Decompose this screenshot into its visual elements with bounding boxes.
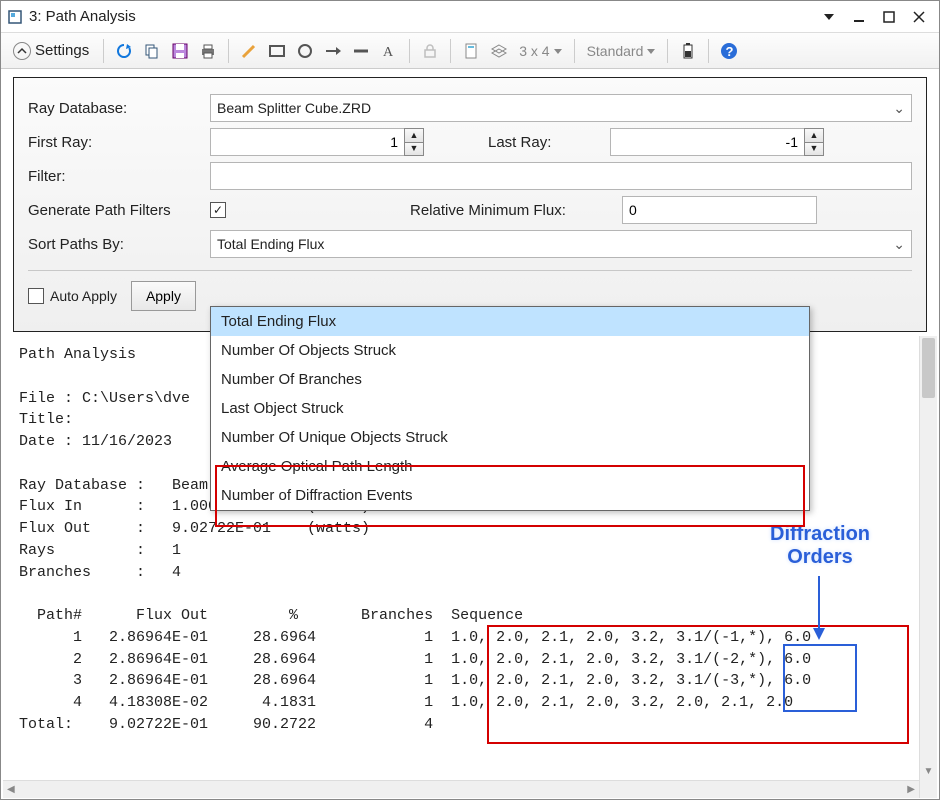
dropdown-option[interactable]: Number Of Unique Objects Struck (211, 423, 809, 452)
arrow-right-icon[interactable] (321, 39, 345, 63)
spinner-down-icon[interactable]: ▼ (805, 143, 823, 156)
check-icon: ✓ (213, 203, 223, 217)
dropdown-option[interactable]: Number of Diffraction Events (211, 481, 809, 510)
first-ray-input[interactable] (210, 128, 404, 156)
circle-icon[interactable] (293, 39, 317, 63)
apply-button[interactable]: Apply (131, 281, 196, 311)
grid-size-label: 3 x 4 (519, 43, 549, 59)
first-ray-label: First Ray: (28, 134, 198, 151)
chevron-down-icon: ⌄ (893, 100, 905, 117)
vertical-scrollbar[interactable]: ▼ (919, 336, 937, 798)
spinner-up-icon[interactable]: ▲ (405, 129, 423, 143)
filter-input[interactable] (210, 162, 912, 190)
title-bar: 3: Path Analysis (1, 1, 939, 33)
line-icon[interactable] (349, 39, 373, 63)
generate-filters-checkbox[interactable]: ✓ (210, 202, 226, 218)
dropdown-option[interactable]: Number Of Objects Struck (211, 336, 809, 365)
chevron-up-icon (13, 42, 31, 60)
layers-icon[interactable] (487, 39, 511, 63)
dropdown-option[interactable]: Number Of Branches (211, 365, 809, 394)
app-icon (7, 9, 23, 25)
scroll-right-icon[interactable]: ▶ (907, 784, 915, 795)
battery-icon[interactable] (676, 39, 700, 63)
sort-by-select[interactable]: Total Ending Flux ⌄ (210, 230, 912, 258)
collapse-button[interactable] (815, 3, 843, 31)
filter-label: Filter: (28, 168, 198, 185)
close-button[interactable] (905, 3, 933, 31)
grid-size-dropdown[interactable]: 3 x 4 (515, 43, 565, 59)
last-ray-label: Last Ray: (488, 134, 598, 151)
sort-by-dropdown-list: Total Ending Flux Number Of Objects Stru… (210, 306, 810, 511)
dropdown-option[interactable]: Average Optical Path Length (211, 452, 809, 481)
minimize-button[interactable] (845, 3, 873, 31)
text-icon[interactable]: A (377, 39, 401, 63)
style-dropdown[interactable]: Standard (583, 43, 660, 59)
chevron-down-icon: ⌄ (893, 236, 905, 253)
copy-icon[interactable] (140, 39, 164, 63)
refresh-icon[interactable] (112, 39, 136, 63)
spinner-down-icon[interactable]: ▼ (405, 143, 423, 156)
generate-filters-label: Generate Path Filters (28, 202, 198, 219)
relative-min-flux-label: Relative Minimum Flux: (410, 202, 610, 219)
ray-database-value: Beam Splitter Cube.ZRD (217, 100, 371, 116)
settings-panel: Ray Database: Beam Splitter Cube.ZRD ⌄ F… (13, 77, 927, 332)
dropdown-option[interactable]: Last Object Struck (211, 394, 809, 423)
toolbar: Settings A 3 x 4 Standard ? (1, 33, 939, 69)
scroll-left-icon[interactable]: ◀ (7, 784, 15, 795)
auto-apply-checkbox[interactable] (28, 288, 44, 304)
page-icon[interactable] (459, 39, 483, 63)
first-ray-spinner[interactable]: ▲▼ (210, 128, 424, 156)
relative-min-flux-input[interactable] (622, 196, 817, 224)
scrollbar-thumb[interactable] (922, 338, 935, 398)
style-label: Standard (587, 43, 644, 59)
help-icon[interactable]: ? (717, 39, 741, 63)
svg-text:?: ? (726, 44, 734, 59)
scroll-down-icon[interactable]: ▼ (920, 762, 937, 780)
lock-icon[interactable] (418, 39, 442, 63)
auto-apply-label: Auto Apply (50, 288, 117, 304)
ray-database-label: Ray Database: (28, 100, 198, 117)
ray-database-select[interactable]: Beam Splitter Cube.ZRD ⌄ (210, 94, 912, 122)
last-ray-input[interactable] (610, 128, 804, 156)
save-icon[interactable] (168, 39, 192, 63)
svg-text:A: A (383, 45, 394, 60)
sort-by-value: Total Ending Flux (217, 236, 324, 252)
pencil-icon[interactable] (237, 39, 261, 63)
sort-by-label: Sort Paths By: (28, 236, 198, 253)
settings-toggle[interactable]: Settings (7, 40, 95, 62)
dropdown-option[interactable]: Total Ending Flux (211, 307, 809, 336)
print-icon[interactable] (196, 39, 220, 63)
horizontal-scrollbar[interactable]: ◀ ▶ (3, 780, 919, 798)
settings-label: Settings (35, 42, 89, 59)
window-title: 3: Path Analysis (29, 8, 136, 25)
rect-icon[interactable] (265, 39, 289, 63)
last-ray-spinner[interactable]: ▲▼ (610, 128, 824, 156)
spinner-up-icon[interactable]: ▲ (805, 129, 823, 143)
maximize-button[interactable] (875, 3, 903, 31)
